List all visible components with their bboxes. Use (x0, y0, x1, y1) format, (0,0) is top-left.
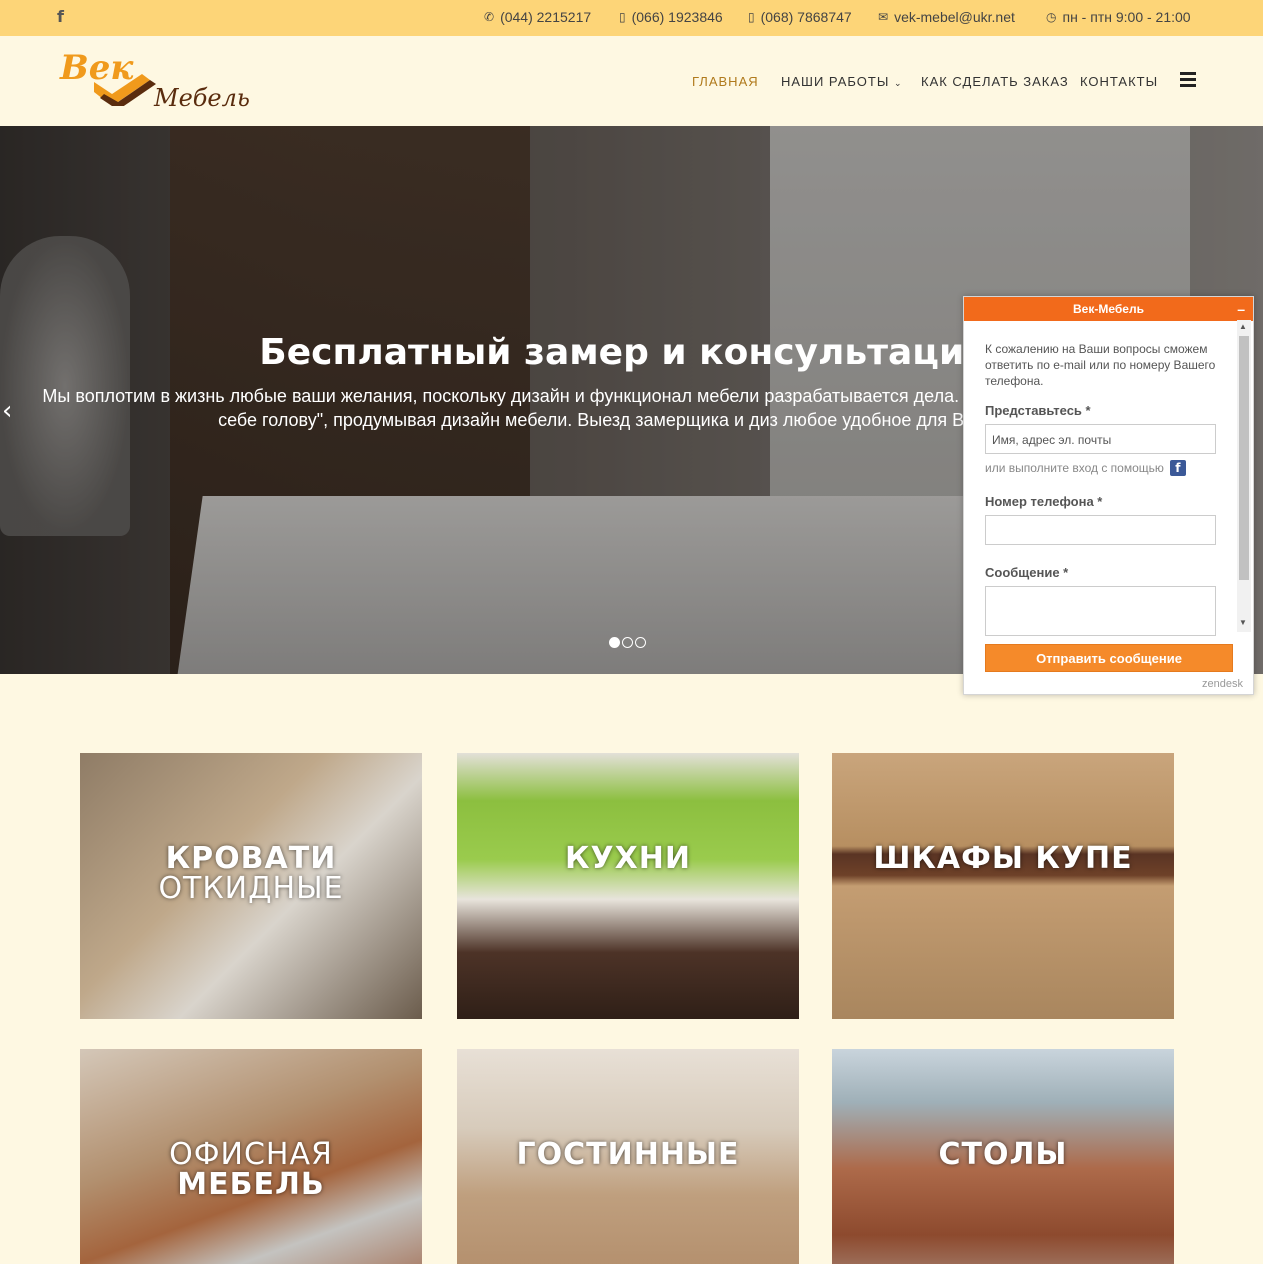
phone-input[interactable] (985, 515, 1216, 545)
working-hours: ◷ пн - птн 9:00 - 21:00 (1046, 9, 1191, 25)
hours-text: пн - птн 9:00 - 21:00 (1062, 9, 1191, 25)
scroll-up-icon[interactable]: ▲ (1239, 322, 1247, 331)
phone-3-text: (068) 7868747 (760, 9, 852, 25)
logo[interactable]: Век Мебель (58, 46, 258, 116)
chat-widget: Век-Мебель – К сожалению на Ваши вопросы… (963, 296, 1254, 695)
alt-login: или выполните вход с помощью f (985, 460, 1239, 476)
envelope-icon: ✉ (878, 10, 889, 24)
message-label: Сообщение * (985, 565, 1069, 580)
name-input[interactable]: Имя, адрес эл. почты (985, 424, 1216, 454)
chevron-down-icon: ⌄ (893, 79, 903, 89)
tile-living-rooms[interactable]: ГОСТИННЫЕ (457, 1049, 799, 1264)
phone-1-text: (044) 2215217 (500, 9, 592, 25)
phone-2[interactable]: ▯ (066) 1923846 (619, 9, 723, 25)
mobile-icon: ▯ (748, 10, 755, 24)
scroll-down-icon[interactable]: ▼ (1239, 618, 1247, 627)
tile-label: ШКАФЫ КУПЕ (873, 841, 1133, 876)
nav-home[interactable]: ГЛАВНАЯ (692, 74, 759, 89)
logo-word-2: Мебель (154, 84, 250, 112)
facebook-icon[interactable]: f (57, 7, 71, 27)
tile-sublabel: МЕБЕЛЬ (177, 1167, 325, 1202)
name-label: Представьтесь * (985, 403, 1091, 418)
slider-dot-2[interactable] (622, 637, 633, 648)
send-message-button[interactable]: Отправить сообщение (985, 644, 1233, 672)
top-bar: f ✆ (044) 2215217 ▯ (066) 1923846 ▯ (068… (0, 0, 1263, 36)
tile-sublabel: ОТКИДНЫЕ (158, 871, 344, 906)
facebook-login-icon[interactable]: f (1169, 460, 1186, 476)
nav-works[interactable]: НАШИ РАБОТЫ ⌄ (781, 74, 903, 89)
phone-icon: ✆ (484, 10, 495, 24)
slider-prev-icon[interactable]: ‹ (2, 396, 12, 426)
phone-label: Номер телефона * (985, 494, 1103, 509)
hamburger-menu-icon[interactable] (1180, 72, 1196, 87)
nav-contacts[interactable]: КОНТАКТЫ (1080, 74, 1158, 89)
nav-order[interactable]: КАК СДЕЛАТЬ ЗАКАЗ (921, 74, 1069, 89)
zendesk-brand: zendesk (1202, 678, 1243, 690)
tile-folding-beds[interactable]: КРОВАТИ ОТКИДНЫЕ (80, 753, 422, 1019)
tile-tables[interactable]: СТОЛЫ (832, 1049, 1174, 1264)
minimize-icon[interactable]: – (1237, 297, 1245, 321)
nav-works-label: НАШИ РАБОТЫ (781, 74, 890, 89)
message-textarea[interactable] (985, 586, 1216, 636)
scrollbar-thumb[interactable] (1239, 336, 1249, 580)
tile-label: ГОСТИННЫЕ (516, 1137, 740, 1172)
tile-wardrobes[interactable]: ШКАФЫ КУПЕ (832, 753, 1174, 1019)
slider-dot-3[interactable] (635, 637, 646, 648)
alt-login-text: или выполните вход с помощью (985, 461, 1164, 475)
phone-2-text: (066) 1923846 (631, 9, 723, 25)
header: Век Мебель ГЛАВНАЯ НАШИ РАБОТЫ ⌄ КАК СДЕ… (0, 36, 1263, 126)
phone-1[interactable]: ✆ (044) 2215217 (484, 9, 591, 25)
mobile-icon: ▯ (619, 10, 626, 24)
clock-icon: ◷ (1046, 10, 1057, 24)
tile-label: СТОЛЫ (938, 1137, 1068, 1172)
slider-dot-1[interactable] (609, 637, 620, 648)
chat-form: К сожалению на Ваши вопросы сможем ответ… (964, 321, 1239, 636)
chat-scrollbar[interactable]: ▲ ▼ (1237, 320, 1251, 632)
tile-kitchens[interactable]: КУХНИ (457, 753, 799, 1019)
phone-3[interactable]: ▯ (068) 7868747 (748, 9, 852, 25)
email-text: vek-mebel@ukr.net (894, 9, 1015, 25)
email-link[interactable]: ✉ vek-mebel@ukr.net (878, 9, 1015, 25)
chat-header[interactable]: Век-Мебель – (964, 297, 1253, 321)
chat-message: К сожалению на Ваши вопросы сможем ответ… (985, 342, 1216, 388)
tile-office-furniture[interactable]: ОФИСНАЯ МЕБЕЛЬ (80, 1049, 422, 1264)
slider-dots (609, 637, 646, 648)
tile-label: КУХНИ (565, 841, 691, 876)
chat-title: Век-Мебель (1073, 302, 1144, 316)
